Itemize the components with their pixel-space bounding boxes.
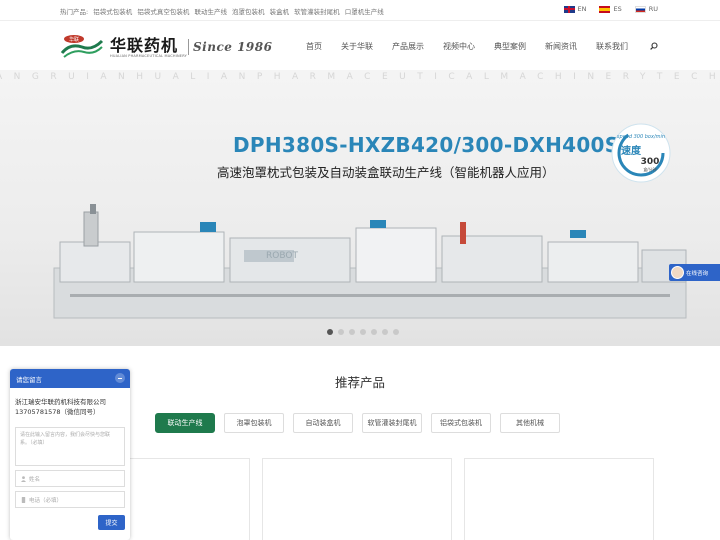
language-ru[interactable]: RU (634, 5, 658, 13)
name-placeholder: 姓名 (29, 476, 41, 483)
hot-link[interactable]: 装盒机 (270, 8, 290, 16)
hero-subtitle: 高速泡罩枕式包装及自动装盒联动生产线（智能机器人应用） (217, 165, 555, 180)
product-card[interactable] (464, 458, 654, 540)
tab-other[interactable]: 其他机械 (500, 413, 560, 433)
production-line-image: ROBOT (53, 204, 687, 319)
slogan: Since 1986 (193, 40, 273, 54)
language-en[interactable]: EN (563, 5, 587, 13)
slider-dot[interactable] (371, 329, 377, 335)
submit-button[interactable]: 提交 (98, 515, 125, 530)
nav-products[interactable]: 产品展示 (392, 41, 424, 52)
agent-avatar (671, 266, 684, 279)
badge-value: 300 (641, 157, 660, 167)
nav-news[interactable]: 新闻资讯 (545, 41, 577, 52)
online-chat-label: 在线咨询 (686, 270, 709, 277)
hot-products-label: 热门产品: (60, 8, 89, 16)
product-card[interactable] (262, 458, 452, 540)
logo-divider (188, 39, 189, 55)
speed-badge: speed 300 box/min 速度 300 盒/分钟 (611, 123, 671, 183)
hot-products: 热门产品: 铝袋式包装机 铝袋式真空包装机 联动生产线 泡罩包装机 装盒机 软管… (60, 6, 387, 16)
logo-icon: 华联 (60, 35, 104, 58)
hot-link[interactable]: 软管灌装封尾机 (294, 8, 340, 16)
hot-link[interactable]: 铝袋式真空包装机 (137, 8, 189, 16)
hot-link[interactable]: 口罩机生产线 (345, 8, 384, 16)
nav-about[interactable]: 关于华联 (341, 41, 373, 52)
hot-link[interactable]: 联动生产线 (194, 8, 227, 16)
site-header: 华联 华联药机 HUALIAN PHARMACEUTICAL MACHINERY… (0, 20, 720, 70)
nav-videos[interactable]: 视频中心 (443, 41, 475, 52)
nav-contact[interactable]: 联系我们 (596, 41, 628, 52)
logo-english: HUALIAN PHARMACEUTICAL MACHINERY (110, 53, 187, 58)
message-textarea[interactable]: 请在此输入留言内容，我们会尽快与您联系。（必填） (15, 427, 125, 466)
uk-flag-icon (563, 5, 575, 13)
spain-flag-icon (599, 5, 611, 13)
hero-watermark: ANGRUIANHUALIANPHARMACEUTICALMACHINERYTE… (0, 72, 720, 82)
site-logo[interactable]: 华联 华联药机 HUALIAN PHARMACEUTICAL MACHINERY (60, 33, 187, 61)
minimize-icon[interactable] (115, 373, 125, 383)
badge-unit: 盒/分钟 (643, 166, 656, 172)
badge-word: 速度 (621, 144, 642, 157)
phone-placeholder: 电话（必填） (29, 497, 63, 504)
hero-banner[interactable]: ANGRUIANHUALIANPHARMACEUTICALMACHINERYTE… (0, 70, 720, 346)
slider-dot[interactable] (382, 329, 388, 335)
phone-field[interactable]: 电话（必填） (15, 491, 125, 508)
slider-dot[interactable] (360, 329, 366, 335)
language-es[interactable]: ES (599, 5, 622, 13)
badge-top: speed 300 box/min (617, 134, 665, 140)
machine-label: ROBOT (266, 251, 298, 261)
top-bar: 热门产品: 铝袋式包装机 铝袋式真空包装机 联动生产线 泡罩包装机 装盒机 软管… (0, 0, 720, 20)
tab-cartoner[interactable]: 自动装盒机 (293, 413, 353, 433)
russia-flag-icon (634, 5, 646, 13)
message-title: 请您留言 (16, 375, 42, 384)
slider-dot[interactable] (393, 329, 399, 335)
logo-chinese: 华联药机 (110, 35, 179, 55)
message-header: 请您留言 (10, 369, 130, 388)
product-tabs: 联动生产线 泡罩包装机 自动装盒机 软管灌装封尾机 铝袋式包装机 其他机械 (155, 413, 569, 433)
online-chat-button[interactable]: 在线咨询 (669, 264, 720, 281)
nav-cases[interactable]: 典型案例 (494, 41, 526, 52)
slider-dots (327, 329, 399, 335)
hero-title: DPH380S-HXZB420/300-DXH400S (233, 133, 620, 157)
language-switcher: EN ES RU (563, 5, 658, 13)
slider-dot[interactable] (327, 329, 333, 335)
nav-home[interactable]: 首页 (306, 41, 322, 52)
tab-pouch[interactable]: 铝袋式包装机 (431, 413, 491, 433)
tab-tube-filler[interactable]: 软管灌装封尾机 (362, 413, 422, 433)
main-nav: 首页 关于华联 产品展示 视频中心 典型案例 新闻资讯 联系我们 (306, 41, 647, 52)
hot-link[interactable]: 铝袋式包装机 (93, 8, 132, 16)
name-field[interactable]: 姓名 (15, 470, 125, 487)
slider-dot[interactable] (349, 329, 355, 335)
user-icon (21, 475, 26, 482)
tab-blister[interactable]: 泡罩包装机 (224, 413, 284, 433)
svg-text:华联: 华联 (69, 36, 79, 43)
phone-icon (21, 496, 26, 503)
language-code: RU (648, 5, 658, 13)
message-widget: 请您留言 浙江瑞安华联药机科技有限公司13705781578（微信同号） 请在此… (10, 369, 130, 540)
search-icon[interactable] (650, 42, 658, 50)
company-info: 浙江瑞安华联药机科技有限公司13705781578（微信同号） (15, 398, 106, 416)
language-code: EN (577, 5, 587, 13)
tab-production-line[interactable]: 联动生产线 (155, 413, 215, 433)
slider-dot[interactable] (338, 329, 344, 335)
language-code: ES (613, 5, 622, 13)
hot-link[interactable]: 泡罩包装机 (232, 8, 265, 16)
